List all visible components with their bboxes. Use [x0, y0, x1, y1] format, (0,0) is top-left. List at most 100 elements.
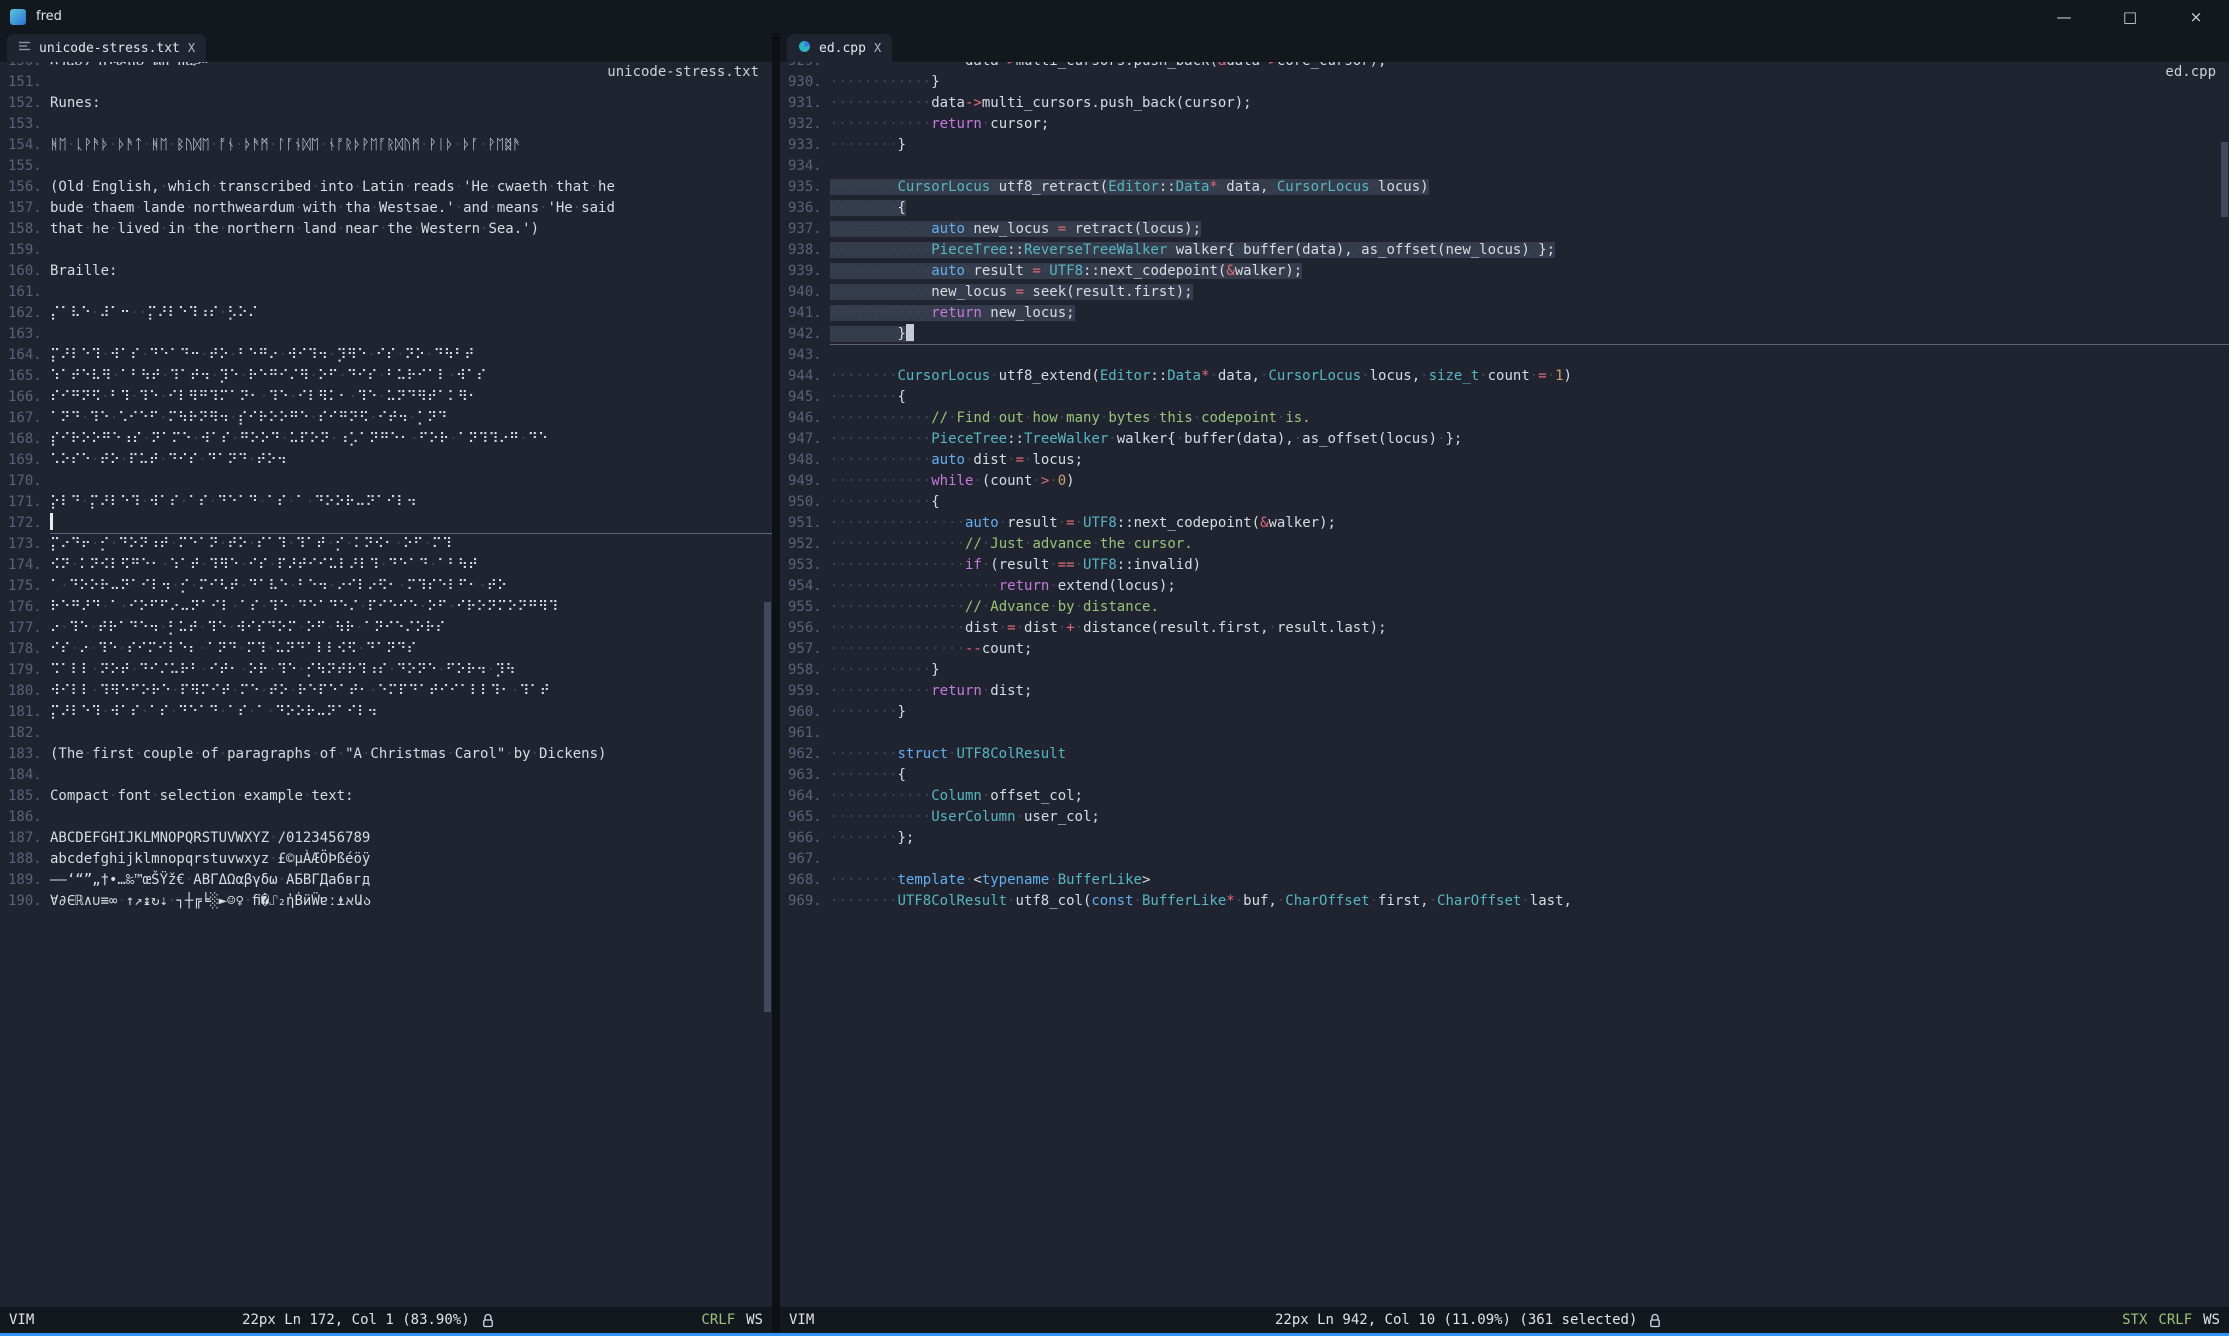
line-number: 961. — [788, 723, 822, 744]
code-line[interactable]: 935.········CursorLocus·utf8_retract(Edi… — [780, 177, 2229, 198]
line-number: 165. — [8, 366, 42, 387]
code-line[interactable]: 176.⠗⠑⠛⠜⠙·⠁·⠊⠕⠋⠋⠔⠤⠝⠁⠊⠇·⠁⠎·⠹⠑·⠙⠑⠁⠙⠑⠌·⠏⠊⠑⠊… — [0, 597, 772, 618]
code-line[interactable]: 190.∀∂∈ℝ∧∪≡∞·↑↗↨↻⇣·┐┼╔╘░►☺♀·ﬁ�⑀₂ἠḂӥẄɐː⍎א… — [0, 891, 772, 912]
line-number: 186. — [8, 807, 42, 828]
code-line[interactable]: 938.············PieceTree::ReverseTreeWa… — [780, 240, 2229, 261]
pane-divider[interactable] — [772, 33, 780, 1333]
code-line[interactable]: 180.⠺⠊⠇⠇·⠹⠻⠑⠋⠕⠗⠑·⠏⠻⠍⠊⠞·⠍⠑·⠞⠕·⠗⠑⠏⠑⠁⠞⠂·⠑⠍⠏… — [0, 681, 772, 702]
tab-unicode-stress-txt[interactable]: unicode-stress.txt X — [7, 34, 206, 62]
tab-ed-cpp[interactable]: ed.cpp X — [787, 34, 892, 62]
code-line[interactable]: 969.········UTF8ColResult·utf8_col(const… — [780, 891, 2229, 912]
left-scrollbar-thumb[interactable] — [764, 602, 771, 1012]
code-line[interactable]: 931.············data->multi_cursors.push… — [780, 93, 2229, 114]
code-line[interactable]: 954.····················return·extend(lo… — [780, 576, 2229, 597]
minimize-button[interactable]: — — [2031, 0, 2097, 33]
code-line[interactable]: 185.Compact·font·selection·example·text: — [0, 786, 772, 807]
code-line[interactable]: 164.⡍⠜⠇⠑⠹·⠺⠁⠎·⠙⠑⠁⠙⠒·⠞⠕·⠃⠑⠛⠔·⠺⠊⠹⠲·⡹⠻⠑·⠊⠎·… — [0, 345, 772, 366]
code-line[interactable]: 930.············} — [780, 72, 2229, 93]
code-line[interactable]: 965.············UserColumn·user_col; — [780, 807, 2229, 828]
code-line[interactable]: 966.········}; — [780, 828, 2229, 849]
code-line[interactable]: 950.············{ — [780, 492, 2229, 513]
code-line[interactable]: 967. — [780, 849, 2229, 870]
code-line[interactable]: 182. — [0, 723, 772, 744]
code-line[interactable]: 172. — [0, 513, 772, 534]
code-line[interactable]: 942.········} — [780, 324, 2229, 345]
tab-close-button[interactable]: X — [188, 41, 195, 55]
text-editor-unicode-stress[interactable]: unicode-stress.txt 150.እግርህን·በፍራሽህ·ልክ·ዘር… — [0, 62, 772, 1307]
code-line[interactable]: 932.············return·cursor; — [780, 114, 2229, 135]
code-line[interactable]: 173.⡍⠔⠙⠖·⡊·⠙⠕⠝⠰⠞·⠍⠑⠁⠝·⠞⠕·⠎⠁⠹·⠹⠁⠞·⡊·⠅⠝⠪⠂·… — [0, 534, 772, 555]
code-line[interactable]: 183.(The·first·couple·of·paragraphs·of·"… — [0, 744, 772, 765]
code-line[interactable]: 174.⠪⠝·⠅⠝⠪⠇⠫⠛⠑⠂·⠱⠁⠞·⠹⠻⠑·⠊⠎·⠏⠜⠞⠊⠊⠥⠇⠜⠇⠹·⠙⠑… — [0, 555, 772, 576]
right-scrollbar-thumb[interactable] — [2221, 142, 2228, 217]
code-line[interactable]: 933.········} — [780, 135, 2229, 156]
code-line[interactable]: 936.········{ — [780, 198, 2229, 219]
code-line[interactable]: 181.⡍⠜⠇⠑⠹·⠺⠁⠎·⠁⠎·⠙⠑⠁⠙·⠁⠎·⠁·⠙⠕⠕⠗⠤⠝⠁⠊⠇⠲ — [0, 702, 772, 723]
code-line[interactable]: 165.⠱⠁⠞⠑⠧⠻·⠁⠃⠳⠞·⠹⠁⠞⠲·⡹⠑·⠗⠑⠛⠊⠌⠻·⠕⠋·⠙⠊⠎·⠃⠥… — [0, 366, 772, 387]
maximize-button[interactable]: □ — [2097, 0, 2163, 33]
code-line[interactable]: 944.········CursorLocus·utf8_extend(Edit… — [780, 366, 2229, 387]
code-line[interactable]: 159. — [0, 240, 772, 261]
code-line[interactable]: 953.················if·(result·==·UTF8::… — [780, 555, 2229, 576]
code-line[interactable]: 929.················data->multi_cursors.… — [780, 62, 2229, 72]
code-line[interactable]: 169.⠡⠕⠎⠑·⠞⠕·⠏⠥⠞·⠙⠊⠎·⠙⠁⠝⠙·⠞⠕⠲ — [0, 450, 772, 471]
close-button[interactable]: × — [2163, 0, 2229, 33]
code-line[interactable]: 962.········struct·UTF8ColResult — [780, 744, 2229, 765]
code-line[interactable]: 156.(Old·English,·which·transcribed·into… — [0, 177, 772, 198]
code-line[interactable]: 166.⠎⠊⠛⠝⠫·⠃⠹·⠹⠑·⠊⠇⠻⠛⠹⠍⠁⠝⠂·⠹⠑·⠊⠇⠻⠅⠂·⠹⠑·⠥⠝… — [0, 387, 772, 408]
code-line[interactable]: 952.················//·Just·advance·the·… — [780, 534, 2229, 555]
code-line[interactable]: 940.············new_locus·=·seek(result.… — [780, 282, 2229, 303]
line-number: 958. — [788, 660, 822, 681]
code-line[interactable]: 153. — [0, 114, 772, 135]
code-line[interactable]: 963.········{ — [780, 765, 2229, 786]
line-number: 187. — [8, 828, 42, 849]
code-line[interactable]: 178.⠊⠎·⠔·⠹⠑·⠎⠊⠍⠊⠇⠑⠆·⠁⠝⠙·⠍⠹·⠥⠝⠙⠁⠇⠇⠪⠫·⠙⠁⠝⠙… — [0, 639, 772, 660]
code-line[interactable]: 937.············auto·new_locus·=·retract… — [780, 219, 2229, 240]
code-line[interactable]: 945.········{ — [780, 387, 2229, 408]
code-line[interactable]: 163. — [0, 324, 772, 345]
code-line[interactable]: 158.that·he·lived·in·the·northern·land·n… — [0, 219, 772, 240]
code-line[interactable]: 964.············Column·offset_col; — [780, 786, 2229, 807]
code-line[interactable]: 157.bude·thaem·lande·northweardum·with·t… — [0, 198, 772, 219]
code-line[interactable]: 948.············auto·dist·=·locus; — [780, 450, 2229, 471]
code-line[interactable]: 154.ᚻᛖ·ᚳᚹᚫᚦ·ᚦᚫᛏ·ᚻᛖ·ᛒᚢᛞᛖ·ᚩᚾ·ᚦᚫᛗ·ᛚᚪᚾᛞᛖ·ᚾᚩᚱ… — [0, 135, 772, 156]
code-line[interactable]: 188.abcdefghijklmnopqrstuvwxyz·£©µÀÆÖÞßé… — [0, 849, 772, 870]
code-line[interactable]: 177.⠔·⠹⠑·⠞⠗⠁⠙⠑⠲·⡃⠥⠞·⠹⠑·⠺⠊⠎⠙⠕⠍·⠕⠋·⠳⠗·⠁⠝⠊⠑… — [0, 618, 772, 639]
code-line[interactable]: 955.················//·Advance·by·distan… — [780, 597, 2229, 618]
code-line[interactable]: 943. — [780, 345, 2229, 366]
text-editor-ed-cpp[interactable]: ed.cpp 929.················data->multi_c… — [780, 62, 2229, 1307]
line-number: 965. — [788, 807, 822, 828]
code-line[interactable]: 961. — [780, 723, 2229, 744]
code-line[interactable]: 959.············return·dist; — [780, 681, 2229, 702]
code-line[interactable]: 968.········template·<typename·BufferLik… — [780, 870, 2229, 891]
code-line[interactable]: 949.············while·(count·>·0) — [780, 471, 2229, 492]
code-line[interactable]: 160.Braille: — [0, 261, 772, 282]
code-line[interactable]: 947.············PieceTree::TreeWalker·wa… — [780, 429, 2229, 450]
code-line[interactable]: 189.–—‘“”„†•…‰™œŠŸž€·ΑΒΓΔΩαβγδω·АБВГДабв… — [0, 870, 772, 891]
code-line[interactable]: 152.Runes: — [0, 93, 772, 114]
code-line[interactable]: 170. — [0, 471, 772, 492]
code-line[interactable]: 171.⡕⠇⠙·⡍⠜⠇⠑⠹·⠺⠁⠎·⠁⠎·⠙⠑⠁⠙·⠁⠎·⠁·⠙⠕⠕⠗⠤⠝⠁⠊⠇… — [0, 492, 772, 513]
code-line[interactable]: 155. — [0, 156, 772, 177]
code-line[interactable]: 958.············} — [780, 660, 2229, 681]
code-line[interactable]: 167.⠁⠝⠙·⠹⠑·⠡⠊⠑⠋·⠍⠳⠗⠝⠻⠲·⡎⠊⠗⠕⠕⠛⠑·⠎⠊⠛⠝⠫·⠊⠞⠲… — [0, 408, 772, 429]
code-line[interactable]: 960.········} — [780, 702, 2229, 723]
code-line[interactable]: 179.⠩⠁⠇⠇·⠝⠕⠞·⠙⠊⠌⠥⠗⠃·⠊⠞⠂·⠕⠗·⠹⠑·⡊⠳⠝⠞⠗⠹⠰⠎·⠙… — [0, 660, 772, 681]
code-line[interactable]: 161. — [0, 282, 772, 303]
code-line[interactable]: 956.················dist·=·dist·+·distan… — [780, 618, 2229, 639]
whitespace-indicator: WS — [2203, 1312, 2220, 1328]
code-line[interactable]: 951.················auto·result·=·UTF8::… — [780, 513, 2229, 534]
line-number: 161. — [8, 282, 42, 303]
code-line[interactable]: 957.················--count; — [780, 639, 2229, 660]
code-line[interactable]: 168.⡎⠊⠗⠕⠕⠛⠑⠰⠎·⠝⠁⠍⠑·⠺⠁⠎·⠛⠕⠕⠙·⠥⠏⠕⠝·⠰⡡⠁⠝⠛⠑⠂… — [0, 429, 772, 450]
code-line[interactable]: 939.············auto·result·=·UTF8::next… — [780, 261, 2229, 282]
code-line[interactable]: 184. — [0, 765, 772, 786]
code-line[interactable]: 187.ABCDEFGHIJKLMNOPQRSTUVWXYZ·/01234567… — [0, 828, 772, 849]
code-line[interactable]: 175.⠁·⠙⠕⠕⠗⠤⠝⠁⠊⠇⠲·⡊·⠍⠊⠣⠞·⠙⠁⠧⠑·⠃⠑⠲·⠔⠊⠇⠔⠫⠂·… — [0, 576, 772, 597]
code-line[interactable]: 186. — [0, 807, 772, 828]
code-line[interactable]: 946.············//·Find·out·how·many·byt… — [780, 408, 2229, 429]
code-line[interactable]: 941.············return·new_locus; — [780, 303, 2229, 324]
tab-close-button[interactable]: X — [874, 41, 881, 55]
code-line[interactable]: 162.⡌⠁⠧⠑·⠼⠁⠒··⡍⠜⠇⠑⠹⠰⠎·⡣⠕⠌ — [0, 303, 772, 324]
code-line[interactable]: 934. — [780, 156, 2229, 177]
